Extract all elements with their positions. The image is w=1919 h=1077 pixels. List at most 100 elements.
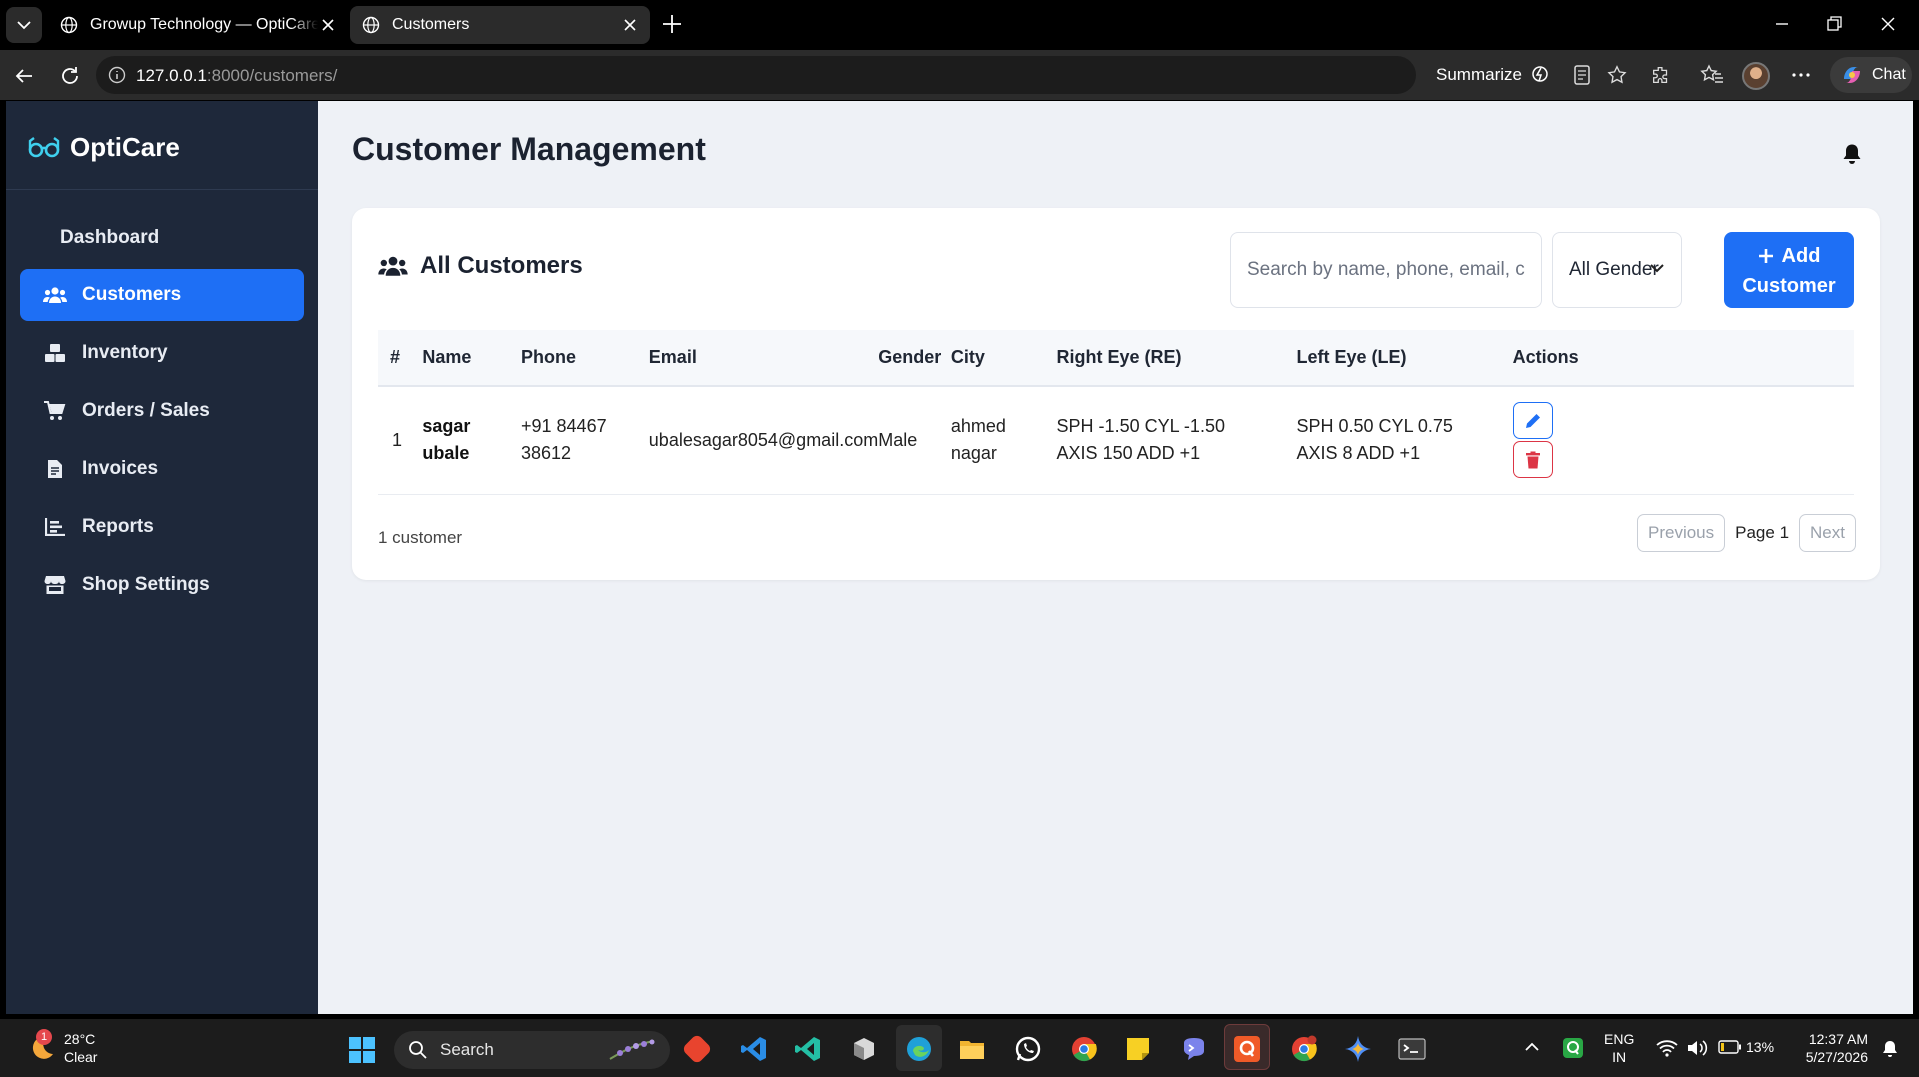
edge-icon[interactable] [905,1035,933,1063]
taskbar-search[interactable]: Search [394,1031,670,1069]
main-content: Customer Management All Customers All Ge… [318,101,1913,1014]
chrome-icon[interactable] [1070,1035,1098,1063]
gemini-sparkle-icon[interactable] [1344,1035,1372,1063]
close-icon[interactable] [318,15,338,35]
customers-table: # Name Phone Email Gender City Right Eye… [378,330,1854,495]
back-arrow-icon[interactable] [12,64,36,88]
globe-icon [60,16,78,34]
sidebar-item-shop-settings[interactable]: Shop Settings [20,559,304,611]
glasses-icon [28,137,60,158]
refresh-icon[interactable] [58,64,82,88]
language-indicator[interactable]: ENG IN [1604,1030,1634,1066]
tab-title: Growup Technology — OptiCare Pro [90,16,318,33]
profile-avatar[interactable] [1742,62,1770,90]
star-icon[interactable] [1606,64,1628,86]
minimize-icon[interactable] [1770,12,1794,36]
window-close-icon[interactable] [1876,12,1900,36]
add-customer-button[interactable]: Add Customer [1724,232,1854,308]
customer-count: 1 customer [378,528,463,547]
url-field[interactable]: 127.0.0.1:8000/customers/ [96,56,1416,94]
customer-search-input[interactable] [1230,232,1542,308]
summarize-button[interactable]: Summarize [1436,65,1522,85]
copilot-sparkle-icon[interactable] [1530,64,1550,84]
sidebar-item-inventory[interactable]: Inventory [20,327,304,379]
globe-icon [362,16,380,34]
weather-widget[interactable]: 1 28°C Clear [26,1029,97,1066]
column-header: Actions [1512,330,1854,387]
info-icon[interactable] [108,66,126,84]
previous-page-button[interactable]: Previous [1637,514,1726,552]
copilot-chat-button[interactable]: Chat [1830,57,1912,93]
new-tab-icon[interactable] [660,12,684,36]
battery-icon [1718,1040,1741,1054]
vscode-insiders-icon[interactable] [794,1035,822,1063]
sidebar-item-invoices[interactable]: Invoices [20,443,304,495]
tab-actions-button[interactable] [6,7,42,43]
row-number: 1 [378,386,423,495]
column-header: Left Eye (LE) [1296,330,1513,387]
sidebar: OptiCare Dashboard Customers Inventory O… [6,101,318,1014]
left-eye-prescription: SPH 0.50 CYL 0.75 AXIS 8 ADD +1 [1296,386,1513,495]
browser-tab-opticare[interactable]: Growup Technology — OptiCare Pro [48,6,348,44]
gender-filter-select[interactable]: All Gender [1552,232,1682,308]
tab-title: Customers [392,16,470,33]
next-page-button[interactable]: Next [1799,514,1856,552]
notification-badge: 1 [36,1029,52,1045]
sidebar-item-reports[interactable]: Reports [20,501,304,553]
customer-gender: Male [878,386,951,495]
file-explorer-icon[interactable] [958,1035,986,1063]
reading-mode-icon[interactable] [1572,64,1592,86]
browser-tab-customers[interactable]: Customers [350,6,650,44]
sticky-notes-icon[interactable] [1124,1035,1152,1063]
column-header: # [378,330,423,387]
chevron-up-icon[interactable] [1524,1041,1540,1053]
chrome-profile-icon[interactable] [1290,1035,1318,1063]
more-options-icon[interactable] [1790,64,1812,86]
sidebar-item-orders-sales[interactable]: Orders / Sales [20,385,304,437]
favorites-icon[interactable] [1700,64,1724,86]
brand-logo[interactable]: OptiCare [28,129,180,165]
url-text: 127.0.0.1:8000/customers/ [136,66,338,85]
notifications-icon[interactable] [1880,1039,1900,1059]
extensions-icon[interactable] [1650,64,1672,86]
customer-city: ahmed nagar [950,386,1057,495]
customer-name: sagar ubale [422,386,521,495]
customer-phone: +91 84467 38612 [521,386,649,495]
copilot-icon [1844,67,1860,83]
messaging-app-icon[interactable] [1180,1035,1208,1063]
brand-name: OptiCare [70,131,180,162]
edit-customer-button[interactable] [1512,402,1553,440]
right-eye-prescription: SPH -1.50 CYL -1.50 AXIS 150 ADD +1 [1056,386,1297,495]
restore-icon[interactable] [1822,12,1846,36]
q-app-icon[interactable] [1233,1035,1261,1063]
sidebar-item-dashboard[interactable]: Dashboard [20,212,304,264]
wifi-icon[interactable] [1656,1039,1678,1057]
table-header-row: # Name Phone Email Gender City Right Eye… [378,330,1854,387]
divider [6,189,318,190]
page-title: Customer Management [352,131,706,167]
terminal-icon[interactable] [1398,1035,1426,1063]
delete-customer-button[interactable] [1512,441,1553,479]
sidebar-item-customers[interactable]: Customers [20,269,304,321]
boxes-icon [45,344,65,362]
browser-tab-strip: Growup Technology — OptiCare Pro Custome… [0,0,1919,50]
row-actions [1512,386,1854,495]
chevron-down-icon [1650,264,1664,273]
clock[interactable]: 12:37 AM 5/27/2026 [1796,1030,1868,1066]
close-icon[interactable] [620,15,640,35]
windows-start-icon[interactable] [348,1036,376,1064]
bell-icon[interactable] [1842,143,1862,165]
volume-icon[interactable] [1686,1038,1708,1058]
vscode-icon[interactable] [740,1035,768,1063]
battery-indicator[interactable]: 13% [1718,1038,1774,1056]
app-icon-red-diamond[interactable] [681,1033,713,1065]
column-header: Name [422,330,521,387]
trash-icon [1525,451,1540,469]
cube-app-icon[interactable] [850,1035,878,1063]
address-bar: 127.0.0.1:8000/customers/ Summarize Chat [0,50,1919,100]
tray-app-icon[interactable] [1562,1037,1584,1059]
pagination: Previous Page 1 Next [1637,514,1856,552]
whatsapp-icon[interactable] [1014,1035,1042,1063]
search-icon [409,1041,427,1059]
customer-email: ubalesagar8054@gmail.com [648,386,879,495]
